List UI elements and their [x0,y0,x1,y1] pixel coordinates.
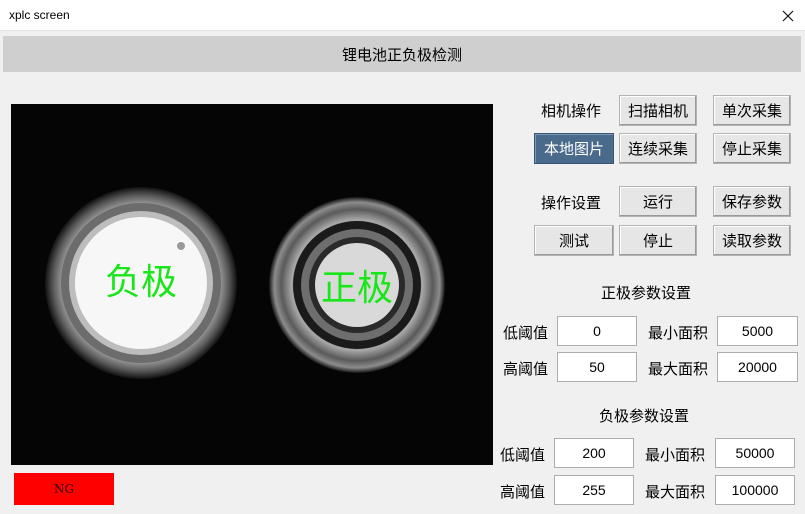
negative-low-threshold-input[interactable]: 200 [554,438,634,468]
scan-camera-button[interactable]: 扫描相机 [619,95,697,126]
single-capture-button[interactable]: 单次采集 [713,95,791,126]
positive-min-area-input[interactable]: 5000 [717,316,798,346]
negative-label: 负极 [105,262,177,303]
positive-settings-title: 正极参数设置 [601,284,692,302]
window-title: xplc screen [9,8,70,22]
positive-max-area-input[interactable]: 20000 [717,352,798,382]
local-image-button[interactable]: 本地图片 [534,133,614,164]
positive-max-area-label: 最大面积 [648,360,709,378]
page-title: 锂电池正负极检测 [3,36,801,72]
title-bar: xplc screen [0,0,805,31]
run-button[interactable]: 运行 [619,186,697,217]
negative-low-threshold-label: 低阈值 [500,446,546,464]
status-indicator: NG [14,473,114,505]
continuous-capture-button[interactable]: 连续采集 [619,133,697,164]
positive-low-threshold-label: 低阈值 [503,324,549,342]
close-button[interactable] [770,0,805,31]
battery-image: 负极 正极 [11,104,493,465]
negative-min-area-input[interactable]: 50000 [715,438,795,468]
negative-settings-title: 负极参数设置 [599,407,690,425]
load-params-button[interactable]: 读取参数 [713,225,791,256]
positive-high-threshold-input[interactable]: 50 [557,352,637,382]
negative-high-threshold-label: 高阈值 [500,483,546,501]
stop-capture-button[interactable]: 停止采集 [713,133,791,164]
save-params-button[interactable]: 保存参数 [713,186,791,217]
operation-settings-label: 操作设置 [541,194,602,212]
close-icon [782,10,793,21]
camera-image-view: 负极 正极 [11,104,493,465]
positive-low-threshold-input[interactable]: 0 [557,316,637,346]
negative-max-area-label: 最大面积 [645,483,706,501]
negative-min-area-label: 最小面积 [645,446,706,464]
test-button[interactable]: 测试 [534,225,614,256]
stop-button[interactable]: 停止 [619,225,697,256]
positive-high-threshold-label: 高阈值 [503,360,549,378]
camera-operation-label: 相机操作 [541,102,602,120]
positive-min-area-label: 最小面积 [648,324,709,342]
negative-max-area-input[interactable]: 100000 [715,475,795,505]
negative-high-threshold-input[interactable]: 255 [554,475,634,505]
positive-label: 正极 [321,268,393,309]
